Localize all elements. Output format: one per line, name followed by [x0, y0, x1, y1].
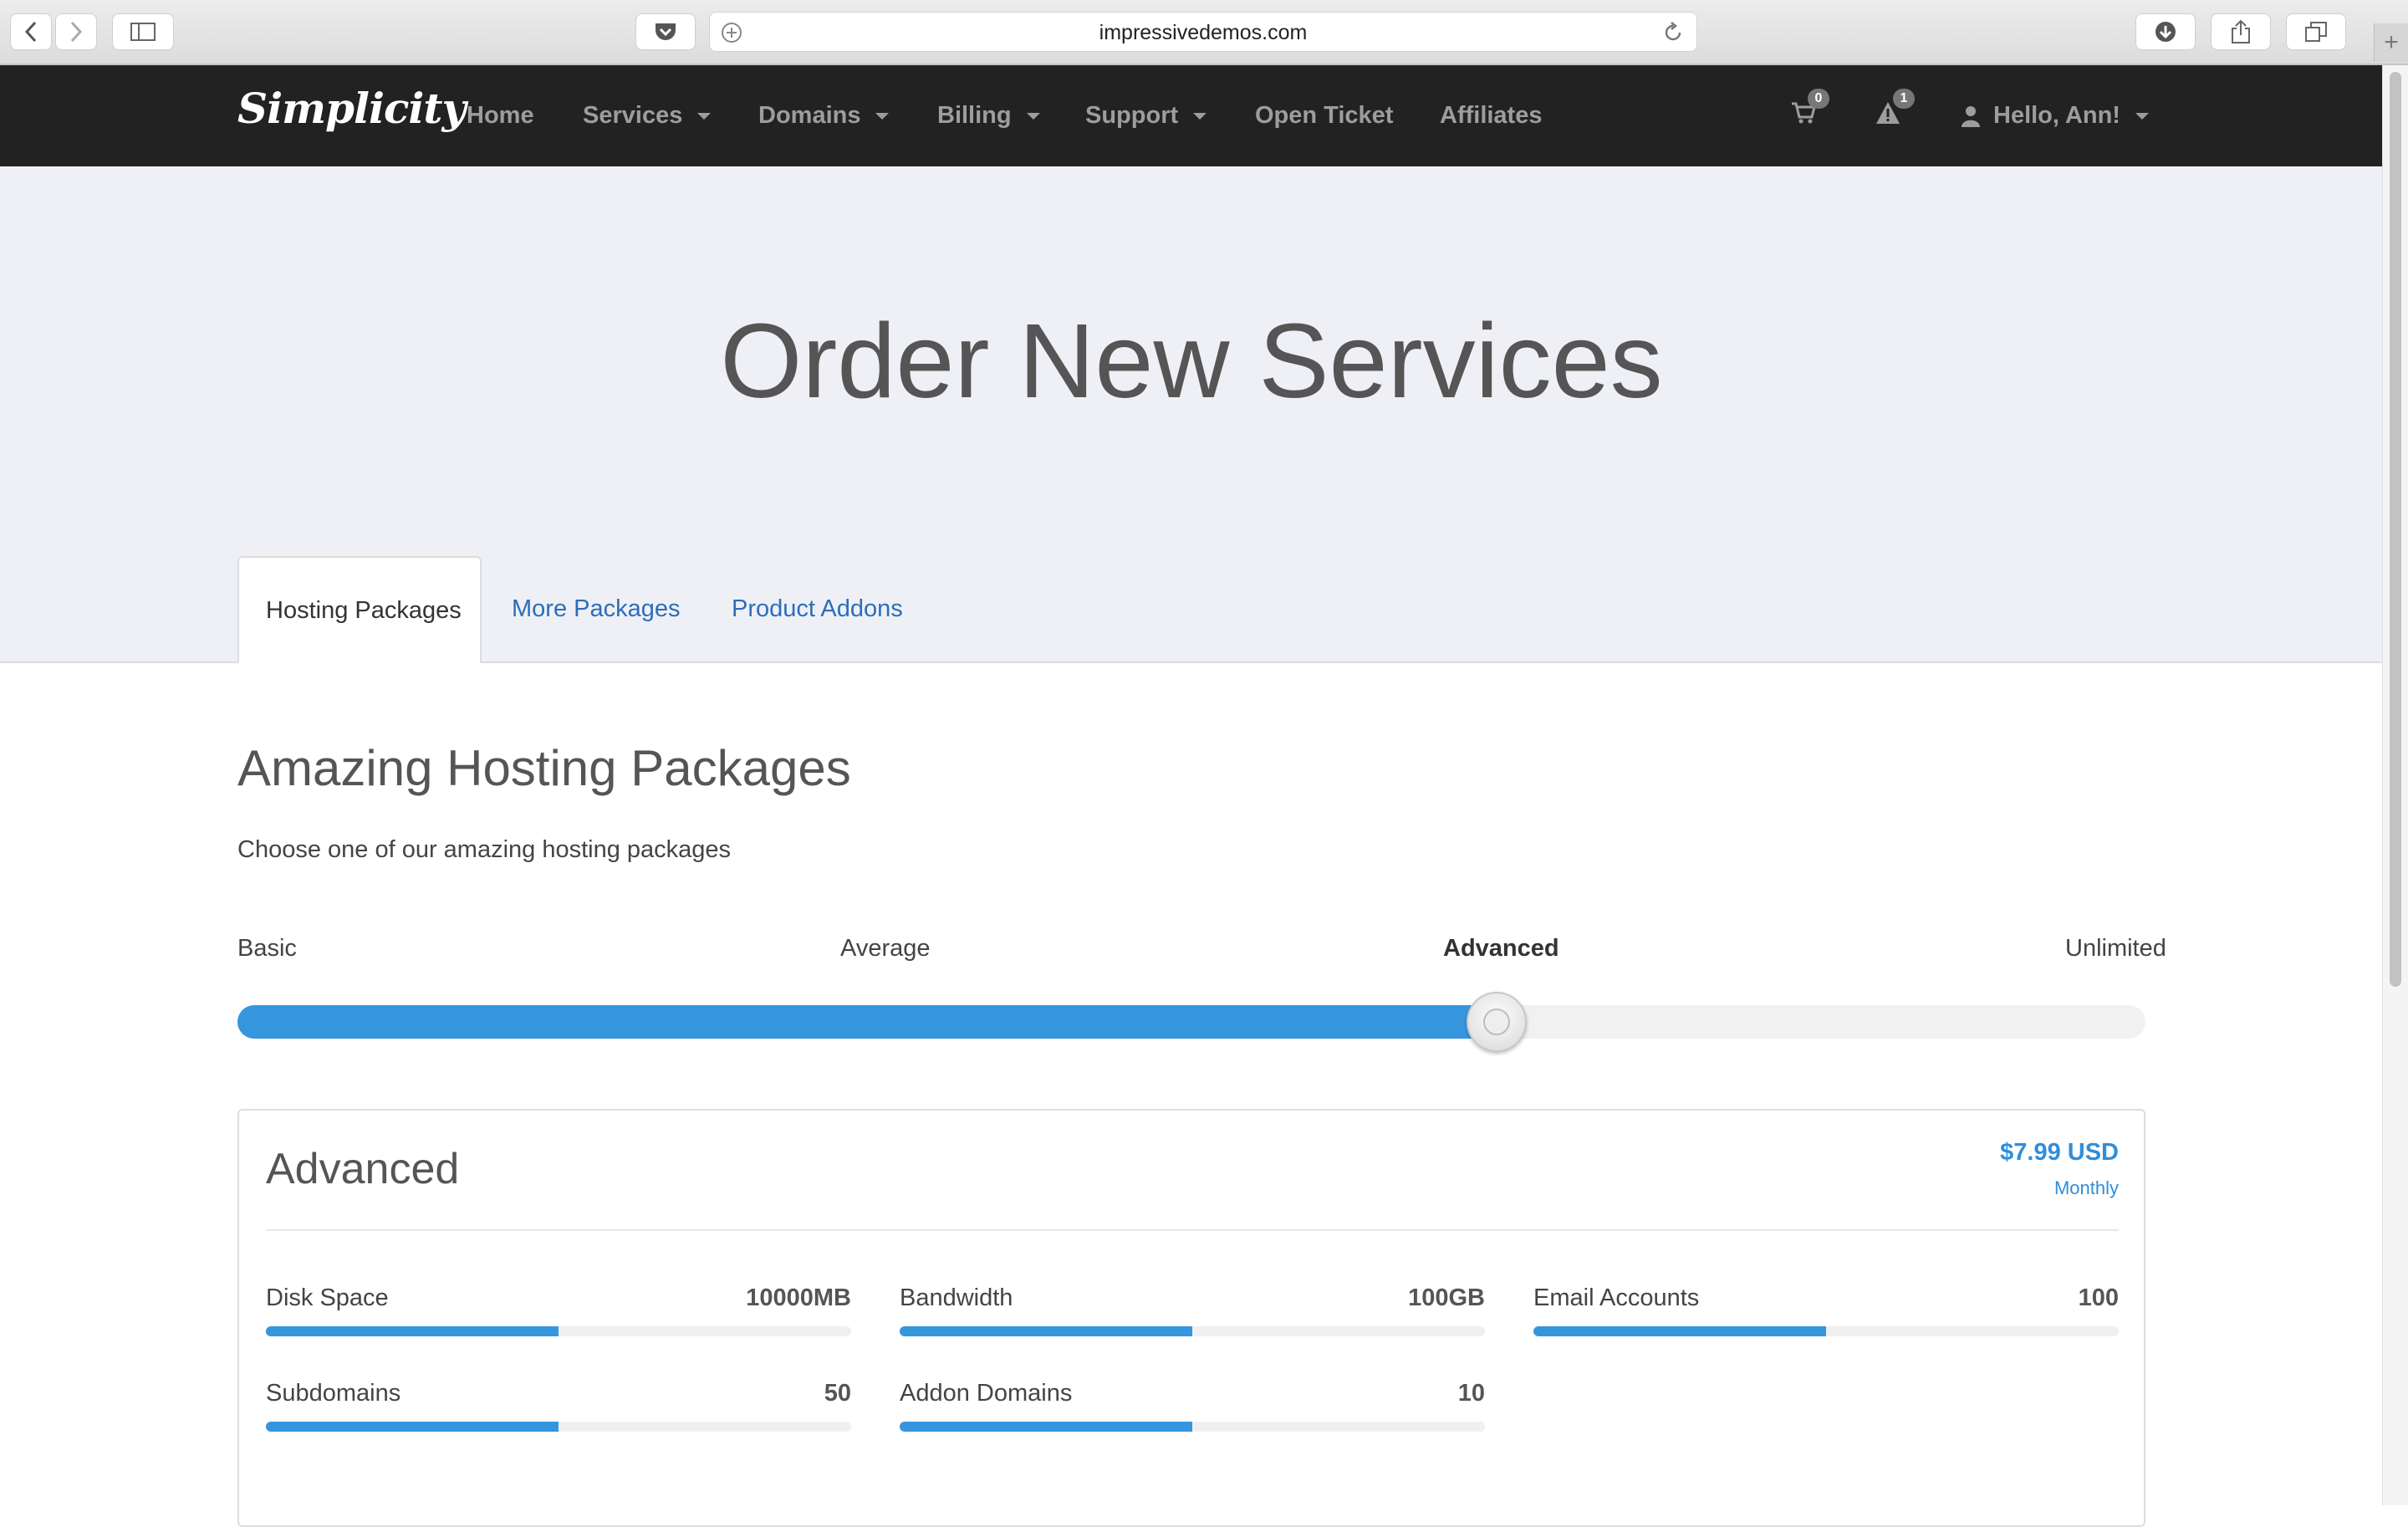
feature-bar [266, 1422, 851, 1432]
slider-handle[interactable] [1467, 992, 1528, 1052]
user-menu[interactable]: Hello, Ann! [1962, 102, 2149, 130]
feature-bar [900, 1422, 1485, 1432]
caret-down-icon [2135, 112, 2149, 120]
tabs-icon [2305, 22, 2327, 42]
level-label-unlimited[interactable]: Unlimited [2065, 935, 2166, 963]
nav-home[interactable]: Home [467, 102, 534, 130]
nav-billing-label: Billing [937, 102, 1012, 129]
feature-bar [900, 1326, 1485, 1336]
cart-count-badge: 0 [1808, 89, 1829, 109]
package-slider[interactable] [237, 992, 2145, 1052]
feature-label: Bandwidth [900, 1284, 1013, 1311]
nav-services[interactable]: Services [583, 102, 712, 130]
site-navbar: Simplicity Home Services Domains Billing… [0, 65, 2383, 166]
share-button[interactable] [2211, 13, 2271, 50]
reload-icon[interactable] [1661, 21, 1685, 44]
feature-value: 10000MB [746, 1284, 851, 1311]
caret-down-icon [1193, 112, 1207, 120]
sidebar-icon [130, 23, 156, 41]
tab-product-addons[interactable]: Product Addons [732, 556, 924, 661]
feature-bar [1533, 1326, 2119, 1336]
package-panel: Advanced $7.99 USD Monthly Disk Space 10… [237, 1109, 2145, 1527]
feature-bar-fill [900, 1326, 1192, 1336]
pocket-button[interactable] [635, 13, 696, 50]
package-name: Advanced [266, 1145, 460, 1193]
nav-affiliates-label: Affiliates [1440, 102, 1543, 129]
plus-icon: + [2384, 28, 2399, 56]
page-title: Order New Services [720, 302, 1663, 420]
new-tab-button[interactable]: + [2374, 23, 2408, 62]
address-bar[interactable]: impressivedemos.com [709, 12, 1697, 52]
caret-down-icon [1026, 112, 1040, 120]
level-label-average[interactable]: Average [840, 935, 931, 963]
user-greeting: Hello, Ann! [1993, 102, 2120, 129]
tab-label: More Packages [512, 595, 681, 622]
browser-toolbar: impressivedemos.com + [0, 0, 2408, 65]
tab-more-packages[interactable]: More Packages [512, 556, 696, 661]
url-text: impressivedemos.com [1099, 21, 1308, 44]
nav-open-ticket[interactable]: Open Ticket [1255, 102, 1393, 130]
feature-label: Disk Space [266, 1284, 389, 1311]
feature-bar-fill [1533, 1326, 1826, 1336]
forward-button[interactable] [55, 13, 97, 50]
nav-domains[interactable]: Domains [758, 102, 890, 130]
nav-billing[interactable]: Billing [937, 102, 1040, 130]
feature-label: Addon Domains [900, 1380, 1073, 1407]
nav-services-label: Services [583, 102, 683, 129]
caret-down-icon [875, 112, 890, 120]
page-header: Order New Services Hosting Packages More… [0, 166, 2383, 663]
chevron-right-icon [70, 21, 83, 43]
section-title: Amazing Hosting Packages [237, 740, 851, 796]
feature-bar-fill [900, 1422, 1192, 1432]
downloads-button[interactable] [2135, 13, 2196, 50]
nav-home-label: Home [467, 102, 534, 129]
panel-divider [266, 1229, 2119, 1231]
pocket-icon [656, 23, 676, 40]
nav-support-label: Support [1085, 102, 1179, 129]
chevron-left-icon [24, 21, 37, 43]
feature-value: 50 [824, 1380, 851, 1407]
billing-cycle: Monthly [2053, 1177, 2119, 1198]
scrollbar-thumb[interactable] [2390, 72, 2401, 987]
page-scrollbar[interactable] [2382, 65, 2408, 1505]
feature-label: Subdomains [266, 1380, 401, 1407]
tab-label: Product Addons [732, 595, 903, 622]
feature-bar-fill [266, 1422, 559, 1432]
nav-open-ticket-label: Open Ticket [1255, 102, 1394, 129]
package-price: $7.99 USD [2000, 1139, 2119, 1166]
section-subtitle: Choose one of our amazing hosting packag… [237, 836, 732, 863]
feature-label: Email Accounts [1533, 1284, 1700, 1311]
feature-value: 100GB [1408, 1284, 1485, 1311]
tab-label: Hosting Packages [266, 596, 462, 624]
caret-down-icon [697, 112, 712, 120]
tabs-overview-button[interactable] [2286, 13, 2346, 50]
feature-value: 100 [2078, 1284, 2119, 1311]
nav-affiliates[interactable]: Affiliates [1440, 102, 1542, 130]
sidebar-toggle-button[interactable] [112, 13, 174, 50]
feature-bar [266, 1326, 851, 1336]
brand-logo[interactable]: Simplicity [237, 84, 467, 133]
feature-value: 10 [1457, 1380, 1485, 1407]
alert-count-badge: 1 [1893, 89, 1915, 109]
nav-support[interactable]: Support [1085, 102, 1207, 130]
user-icon [1962, 105, 1980, 127]
share-icon [2232, 19, 2250, 43]
level-label-basic[interactable]: Basic [237, 935, 297, 963]
level-label-advanced[interactable]: Advanced [1443, 935, 1559, 963]
download-icon [2155, 22, 2176, 42]
feature-bar-fill [266, 1326, 559, 1336]
back-button[interactable] [10, 13, 52, 50]
nav-domains-label: Domains [758, 102, 861, 129]
slider-fill [237, 1005, 1497, 1039]
tab-hosting-packages[interactable]: Hosting Packages [237, 556, 482, 663]
